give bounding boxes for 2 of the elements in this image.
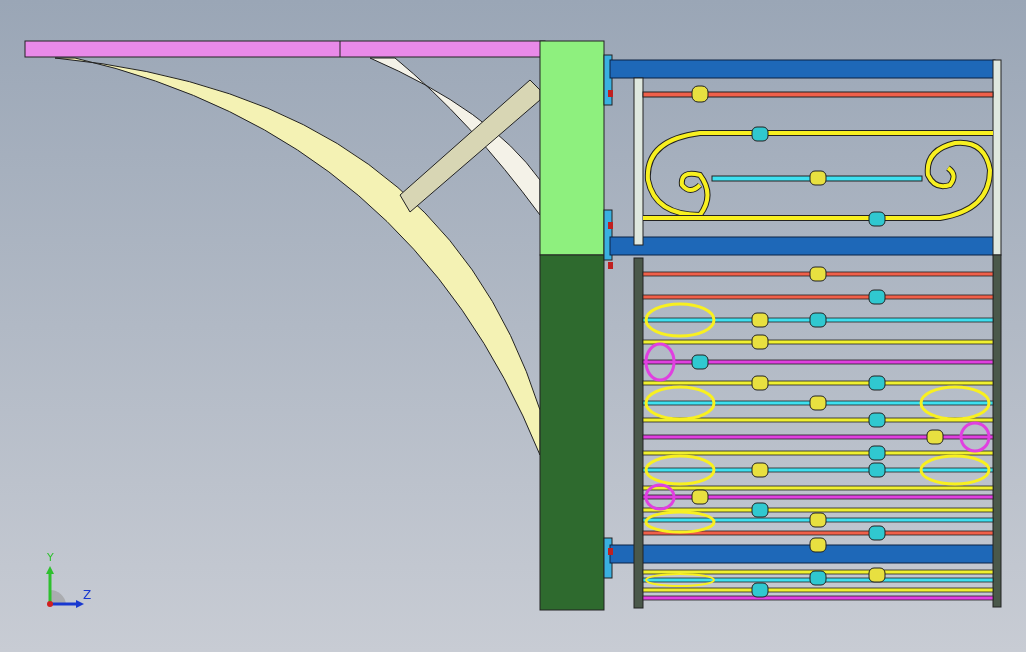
y-axis-label: Y	[47, 552, 54, 563]
z-axis-label: Z	[83, 589, 92, 601]
